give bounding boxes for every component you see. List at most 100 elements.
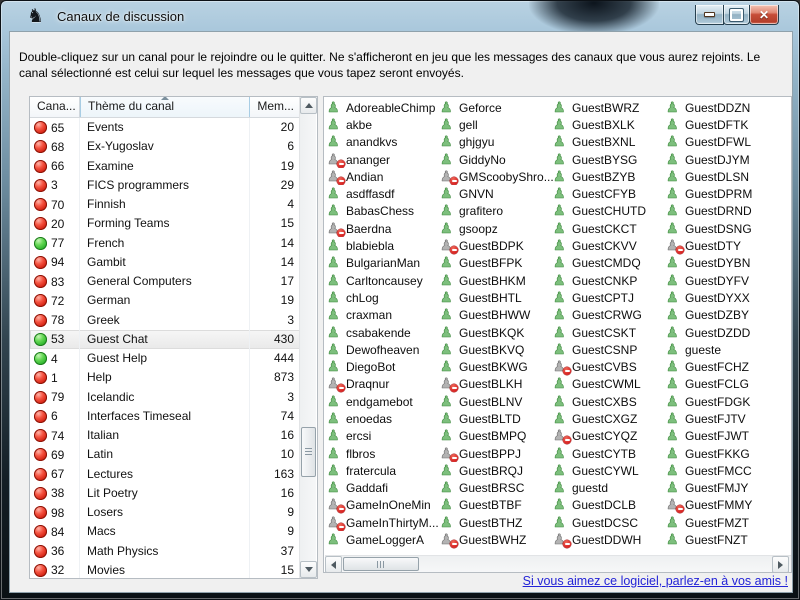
user-item[interactable]: ♟chLog bbox=[327, 289, 440, 306]
user-item[interactable]: ♟gsoopz bbox=[440, 220, 553, 237]
user-item[interactable]: ♟guestd bbox=[553, 480, 666, 497]
user-item[interactable]: ♟GuestBHTL bbox=[440, 289, 553, 306]
user-item[interactable]: ♟GuestCRWG bbox=[553, 307, 666, 324]
user-item[interactable]: ♟GuestBWHZ bbox=[440, 531, 553, 548]
user-item[interactable]: ♟GuestDFWL bbox=[666, 134, 779, 151]
user-item[interactable]: ♟GuestDYXX bbox=[666, 289, 779, 306]
user-item[interactable]: ♟GiddyNo bbox=[440, 151, 553, 168]
channel-row[interactable]: 72German19 bbox=[30, 291, 300, 310]
user-item[interactable]: ♟BulgarianMan bbox=[327, 255, 440, 272]
user-item[interactable]: ♟GuestBLNV bbox=[440, 393, 553, 410]
user-list-horizontal-scrollbar[interactable] bbox=[325, 555, 791, 572]
user-item[interactable]: ♟GuestCXBS bbox=[553, 393, 666, 410]
channel-row[interactable]: 67Lectures163 bbox=[30, 465, 300, 484]
user-item[interactable]: ♟GuestDFTK bbox=[666, 116, 779, 133]
user-item[interactable]: ♟GameLoggerA bbox=[327, 531, 440, 548]
user-item[interactable]: ♟GuestFCHZ bbox=[666, 358, 779, 375]
user-item[interactable]: ♟GuestCVBS bbox=[553, 358, 666, 375]
user-item[interactable]: ♟GuestBPPJ bbox=[440, 445, 553, 462]
header-channel[interactable]: Cana... bbox=[30, 97, 80, 117]
channel-row[interactable]: 79Icelandic3 bbox=[30, 388, 300, 407]
user-item[interactable]: ♟GuestCKVV bbox=[553, 237, 666, 254]
user-item[interactable]: ♟GuestBXLK bbox=[553, 116, 666, 133]
header-theme[interactable]: Thème du canal bbox=[80, 97, 250, 117]
user-item[interactable]: ♟GuestCYWL bbox=[553, 462, 666, 479]
user-item[interactable]: ♟GuestBWRZ bbox=[553, 99, 666, 116]
user-item[interactable]: ♟DiegoBot bbox=[327, 358, 440, 375]
user-item[interactable]: ♟GuestFMCC bbox=[666, 462, 779, 479]
user-item[interactable]: ♟Draqnur bbox=[327, 376, 440, 393]
horizontal-scroll-thumb[interactable] bbox=[343, 557, 419, 571]
channel-row[interactable]: 6Interfaces Timeseal74 bbox=[30, 407, 300, 426]
user-item[interactable]: ♟GuestCNKP bbox=[553, 272, 666, 289]
scroll-right-button[interactable] bbox=[772, 556, 789, 573]
user-item[interactable]: ♟GuestCYTB bbox=[553, 445, 666, 462]
close-button[interactable]: ✕ bbox=[749, 5, 779, 25]
user-item[interactable]: ♟GuestCXGZ bbox=[553, 410, 666, 427]
channel-row[interactable]: 65Events20 bbox=[30, 118, 300, 137]
user-item[interactable]: ♟GuestDRND bbox=[666, 203, 779, 220]
title-bar[interactable]: ♞ Canaux de discussion ✕ bbox=[1, 1, 799, 31]
user-item[interactable]: ♟anandkvs bbox=[327, 134, 440, 151]
user-item[interactable]: ♟GuestCSKT bbox=[553, 324, 666, 341]
user-item[interactable]: ♟Dewofheaven bbox=[327, 341, 440, 358]
user-item[interactable]: ♟GuestBHKM bbox=[440, 272, 553, 289]
user-item[interactable]: ♟Baerdna bbox=[327, 220, 440, 237]
user-item[interactable]: ♟GuestFMMY bbox=[666, 497, 779, 514]
user-item[interactable]: ♟GuestBKWG bbox=[440, 358, 553, 375]
user-item[interactable]: ♟GuestBRQJ bbox=[440, 462, 553, 479]
user-item[interactable]: ♟flbros bbox=[327, 445, 440, 462]
channel-row[interactable]: 77French14 bbox=[30, 234, 300, 253]
user-item[interactable]: ♟ercsi bbox=[327, 428, 440, 445]
user-item[interactable]: ♟GuestCPTJ bbox=[553, 289, 666, 306]
user-item[interactable]: ♟AdoreableChimp bbox=[327, 99, 440, 116]
user-item[interactable]: ♟GMScoobyShro... bbox=[440, 168, 553, 185]
user-item[interactable]: ♟GuestCYQZ bbox=[553, 428, 666, 445]
channel-row[interactable]: 74Italian16 bbox=[30, 426, 300, 445]
user-item[interactable]: ♟Andian bbox=[327, 168, 440, 185]
user-item[interactable]: ♟GuestFNZT bbox=[666, 531, 779, 548]
channel-row[interactable]: 78Greek3 bbox=[30, 311, 300, 330]
channel-row[interactable]: 20Forming Teams15 bbox=[30, 214, 300, 233]
user-item[interactable]: ♟GuestBLKH bbox=[440, 376, 553, 393]
user-item[interactable]: ♟GuestBLTD bbox=[440, 410, 553, 427]
minimize-button[interactable] bbox=[695, 5, 724, 25]
user-item[interactable]: ♟fratercula bbox=[327, 462, 440, 479]
user-item[interactable]: ♟GuestBTBF bbox=[440, 497, 553, 514]
user-item[interactable]: ♟GuestCKCT bbox=[553, 220, 666, 237]
user-item[interactable]: ♟GuestFJTV bbox=[666, 410, 779, 427]
user-item[interactable]: ♟akbe bbox=[327, 116, 440, 133]
user-item[interactable]: ♟grafitero bbox=[440, 203, 553, 220]
user-item[interactable]: ♟ghjgyu bbox=[440, 134, 553, 151]
user-item[interactable]: ♟GuestBKQK bbox=[440, 324, 553, 341]
scroll-left-button[interactable] bbox=[325, 556, 342, 573]
user-item[interactable]: ♟GuestDTY bbox=[666, 237, 779, 254]
user-item[interactable]: ♟craxman bbox=[327, 307, 440, 324]
user-item[interactable]: ♟GuestDDZN bbox=[666, 99, 779, 116]
user-item[interactable]: ♟GuestBZYB bbox=[553, 168, 666, 185]
user-item[interactable]: ♟asdffasdf bbox=[327, 185, 440, 202]
user-item[interactable]: ♟endgamebot bbox=[327, 393, 440, 410]
user-item[interactable]: ♟GuestFJWT bbox=[666, 428, 779, 445]
scroll-up-button[interactable] bbox=[300, 97, 317, 114]
share-link[interactable]: Si vous aimez ce logiciel, parlez-en à v… bbox=[523, 574, 788, 588]
user-item[interactable]: ♟Geforce bbox=[440, 99, 553, 116]
user-item[interactable]: ♟GuestFDGK bbox=[666, 393, 779, 410]
user-item[interactable]: ♟GuestDYFV bbox=[666, 272, 779, 289]
user-item[interactable]: ♟GuestDPRM bbox=[666, 185, 779, 202]
channel-row[interactable]: 98Losers9 bbox=[30, 503, 300, 522]
user-item[interactable]: ♟GuestFCLG bbox=[666, 376, 779, 393]
user-item[interactable]: ♟GuestBKVQ bbox=[440, 341, 553, 358]
user-item[interactable]: ♟GuestDYBN bbox=[666, 255, 779, 272]
user-item[interactable]: ♟GuestCFYB bbox=[553, 185, 666, 202]
user-item[interactable]: ♟GuestDSNG bbox=[666, 220, 779, 237]
user-item[interactable]: ♟GuestCWML bbox=[553, 376, 666, 393]
user-item[interactable]: ♟GuestCHUTD bbox=[553, 203, 666, 220]
channel-row[interactable]: 1Help873 bbox=[30, 368, 300, 387]
user-item[interactable]: ♟Gaddafi bbox=[327, 480, 440, 497]
user-item[interactable]: ♟GuestBRSC bbox=[440, 480, 553, 497]
user-item[interactable]: ♟GuestDCLB bbox=[553, 497, 666, 514]
user-item[interactable]: ♟Carltoncausey bbox=[327, 272, 440, 289]
channel-row[interactable]: 70Finnish4 bbox=[30, 195, 300, 214]
user-item[interactable]: ♟GuestDLSN bbox=[666, 168, 779, 185]
